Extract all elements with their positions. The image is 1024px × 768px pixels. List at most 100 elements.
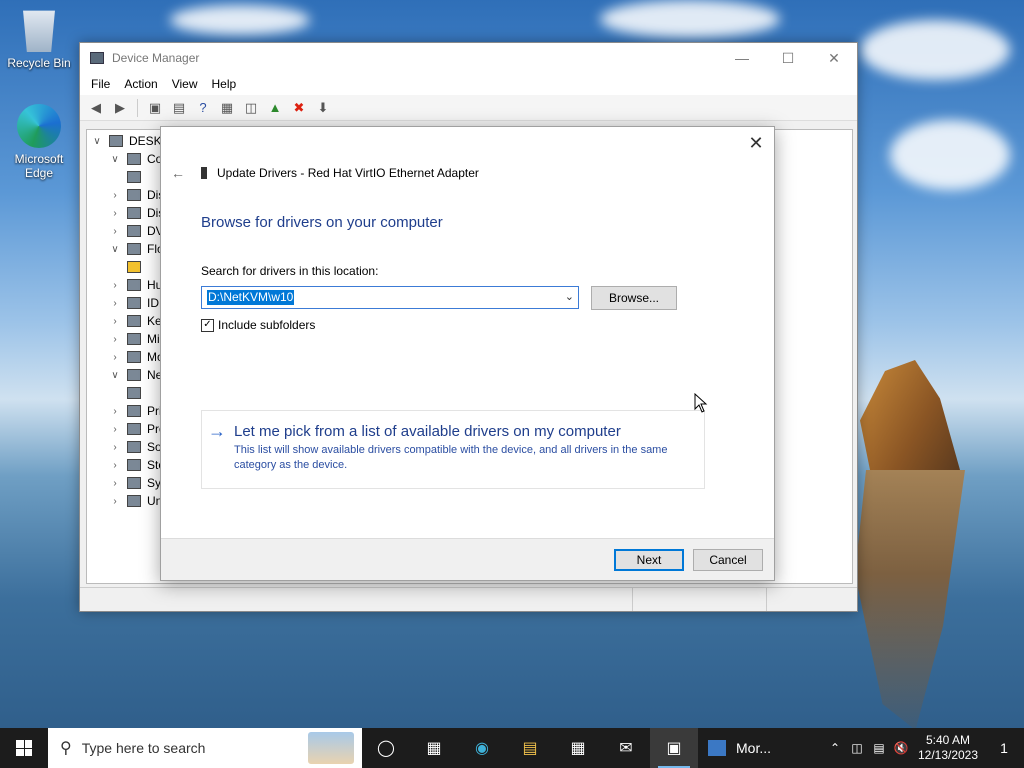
tree-item[interactable]: ∨ Flo bbox=[109, 240, 163, 258]
running-app-label: Mor... bbox=[736, 740, 772, 756]
driver-path-value[interactable]: D:\NetKVM\w10 bbox=[207, 290, 295, 305]
chevron-right-icon[interactable]: › bbox=[109, 280, 121, 291]
tree-item[interactable]: › Pri bbox=[109, 402, 161, 420]
tree-item[interactable]: › So bbox=[109, 438, 161, 456]
notification-center-icon[interactable]: 1 bbox=[984, 740, 1024, 756]
menu-file[interactable]: File bbox=[84, 77, 117, 91]
clock-time: 5:40 AM bbox=[925, 733, 971, 747]
chevron-down-icon[interactable]: ∨ bbox=[91, 136, 103, 147]
chevron-up-icon[interactable]: ⌃ bbox=[824, 741, 846, 755]
cancel-button[interactable]: Cancel bbox=[693, 549, 763, 571]
download-icon[interactable]: ⬇ bbox=[313, 98, 333, 118]
device-manager-icon bbox=[90, 52, 104, 64]
tree-item[interactable]: › IDE bbox=[109, 294, 167, 312]
ide-icon bbox=[127, 297, 141, 309]
tree-item[interactable]: › Ke bbox=[109, 312, 161, 330]
dialog-close-button[interactable]: ✕ bbox=[746, 133, 766, 153]
menu-help[interactable]: Help bbox=[205, 77, 244, 91]
news-widget-icon bbox=[708, 740, 726, 756]
start-button[interactable] bbox=[0, 728, 48, 768]
include-subfolders-option[interactable]: ✓ Include subfolders bbox=[201, 318, 315, 332]
chevron-right-icon[interactable]: › bbox=[109, 478, 121, 489]
tree-item[interactable]: › Sto bbox=[109, 456, 165, 474]
cortana-icon[interactable]: ◯ bbox=[362, 728, 410, 768]
chevron-down-icon[interactable]: ∨ bbox=[109, 244, 121, 255]
chevron-down-icon[interactable]: ⌄ bbox=[565, 290, 574, 303]
tree-item[interactable]: › Un bbox=[109, 492, 162, 510]
checkbox-checked-icon[interactable]: ✓ bbox=[201, 318, 214, 332]
system-device-icon bbox=[127, 477, 141, 489]
tree-item[interactable]: › Hu bbox=[109, 276, 162, 294]
maximize-button[interactable]: ☐ bbox=[765, 43, 811, 73]
next-button[interactable]: Next bbox=[614, 549, 684, 571]
taskbar-running-app[interactable]: Mor... bbox=[698, 728, 781, 768]
network-icon[interactable]: ▤ bbox=[868, 741, 890, 755]
minimize-button[interactable]: — bbox=[719, 43, 765, 73]
tree-item[interactable] bbox=[127, 384, 147, 402]
pick-title[interactable]: Let me pick from a list of available dri… bbox=[234, 423, 621, 440]
edge-taskbar-icon[interactable]: ◉ bbox=[458, 728, 506, 768]
chevron-right-icon[interactable]: › bbox=[109, 190, 121, 201]
close-button[interactable]: ✕ bbox=[811, 43, 857, 73]
chevron-down-icon[interactable]: ∨ bbox=[109, 370, 121, 381]
chevron-right-icon[interactable]: › bbox=[109, 496, 121, 507]
dvd-icon bbox=[127, 225, 141, 237]
tree-item[interactable]: › Mi bbox=[109, 330, 159, 348]
taskbar-search-box[interactable]: ⚲ Type here to search bbox=[48, 728, 362, 768]
help-icon[interactable]: ? bbox=[193, 98, 213, 118]
file-explorer-icon[interactable]: ▤ bbox=[506, 728, 554, 768]
driver-path-combobox[interactable]: D:\NetKVM\w10 ⌄ bbox=[201, 286, 579, 309]
tree-item[interactable]: › Mo bbox=[109, 348, 163, 366]
chevron-right-icon[interactable]: › bbox=[109, 208, 121, 219]
clock[interactable]: 5:40 AM 12/13/2023 bbox=[912, 733, 984, 763]
device-manager-taskbar-icon[interactable]: ▣ bbox=[650, 728, 698, 768]
chevron-right-icon[interactable]: › bbox=[109, 334, 121, 345]
task-view-icon[interactable]: ▦ bbox=[410, 728, 458, 768]
show-hide-console-tree-icon[interactable]: ▣ bbox=[145, 98, 165, 118]
chevron-right-icon[interactable]: › bbox=[109, 298, 121, 309]
dialog-header: ← Update Drivers - Red Hat VirtIO Ethern… bbox=[171, 165, 479, 181]
menu-action[interactable]: Action bbox=[117, 77, 164, 91]
chevron-down-icon[interactable]: ∨ bbox=[109, 154, 121, 165]
uninstall-device-icon[interactable]: ✖ bbox=[289, 98, 309, 118]
tree-item[interactable]: ∨ Ne bbox=[109, 366, 162, 384]
store-icon[interactable]: ▦ bbox=[554, 728, 602, 768]
pick-from-list-link[interactable]: → Let me pick from a list of available d… bbox=[201, 410, 705, 489]
dialog-caption: Update Drivers - Red Hat VirtIO Ethernet… bbox=[217, 166, 479, 180]
chevron-right-icon[interactable]: › bbox=[109, 460, 121, 471]
chevron-right-icon[interactable]: › bbox=[109, 442, 121, 453]
system-tray: ⌃ ◫ ▤ 🔇 5:40 AM 12/13/2023 1 bbox=[824, 728, 1024, 768]
browse-button[interactable]: Browse... bbox=[591, 286, 677, 310]
tree-item[interactable]: › Dis bbox=[109, 186, 164, 204]
desktop-icon-edge[interactable]: Microsoft Edge bbox=[2, 104, 76, 180]
desktop-cliff bbox=[860, 360, 960, 470]
action-pane-icon[interactable]: ▦ bbox=[217, 98, 237, 118]
volume-muted-icon[interactable]: 🔇 bbox=[890, 741, 912, 755]
chevron-right-icon[interactable]: › bbox=[109, 424, 121, 435]
usb-tray-icon[interactable]: ◫ bbox=[846, 741, 868, 755]
mail-icon[interactable]: ✉ bbox=[602, 728, 650, 768]
tree-item[interactable] bbox=[127, 258, 147, 276]
back-arrow-icon[interactable]: ◀ bbox=[86, 98, 106, 118]
chevron-right-icon[interactable]: › bbox=[109, 406, 121, 417]
tree-item[interactable]: › Sys bbox=[109, 474, 167, 492]
printer-icon bbox=[127, 405, 141, 417]
chevron-right-icon[interactable]: › bbox=[109, 352, 121, 363]
properties-icon[interactable]: ▤ bbox=[169, 98, 189, 118]
scan-hardware-icon[interactable]: ◫ bbox=[241, 98, 261, 118]
update-driver-icon[interactable]: ▲ bbox=[265, 98, 285, 118]
chevron-right-icon[interactable]: › bbox=[109, 226, 121, 237]
chevron-right-icon[interactable]: › bbox=[109, 316, 121, 327]
tree-root[interactable]: ∨ DESKT bbox=[91, 132, 169, 150]
forward-arrow-icon[interactable]: ▶ bbox=[110, 98, 130, 118]
menu-view[interactable]: View bbox=[165, 77, 205, 91]
desktop-icon-recycle-bin[interactable]: Recycle Bin bbox=[2, 6, 76, 70]
tree-item[interactable]: › DV bbox=[109, 222, 163, 240]
tree-item[interactable]: › Dis bbox=[109, 204, 164, 222]
back-arrow-icon[interactable]: ← bbox=[171, 165, 191, 181]
tree-item[interactable]: ∨ Co bbox=[109, 150, 162, 168]
disk-icon bbox=[127, 189, 141, 201]
tree-item[interactable]: › Pro bbox=[109, 420, 165, 438]
tree-item[interactable] bbox=[127, 168, 147, 186]
title-bar[interactable]: Device Manager — ☐ ✕ bbox=[80, 43, 857, 73]
